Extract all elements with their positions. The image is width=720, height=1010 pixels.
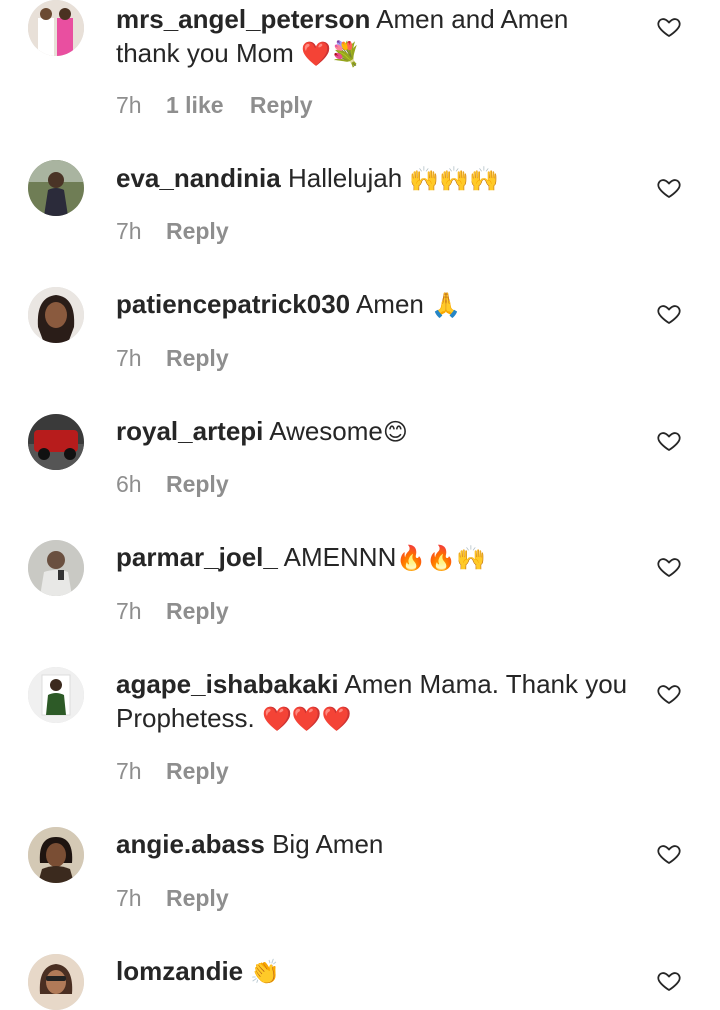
comment-text: royal_artepi Awesome😊 — [116, 414, 636, 449]
timestamp: 7h — [116, 598, 142, 624]
username[interactable]: agape_ishabakaki — [116, 669, 339, 699]
emoji: 🔥🔥🙌 — [396, 544, 486, 572]
reply-button[interactable]: Reply — [166, 597, 229, 625]
username[interactable]: parmar_joel_ — [116, 542, 278, 572]
username[interactable]: patiencepatrick030 — [116, 289, 350, 319]
comment-meta: 7h Reply — [116, 597, 229, 625]
avatar[interactable] — [28, 160, 84, 216]
reply-button[interactable]: Reply — [166, 470, 229, 498]
heart-outline-icon[interactable] — [656, 302, 682, 326]
avatar[interactable] — [28, 954, 84, 1010]
comment-meta: 7h Reply — [116, 757, 229, 785]
comment-meta: 7h 1 like Reply — [116, 91, 313, 119]
comment-text: patiencepatrick030 Amen 🙏 — [116, 287, 636, 322]
comment-body: Big Amen — [272, 829, 384, 859]
username[interactable]: angie.abass — [116, 829, 265, 859]
comment-meta: 7h Reply — [116, 884, 229, 912]
avatar[interactable] — [28, 0, 84, 56]
comment-text: eva_nandinia Hallelujah 🙌🙌🙌 — [116, 161, 636, 196]
comment-text: mrs_angel_peterson Amen and Amen thank y… — [116, 2, 636, 71]
avatar[interactable] — [28, 667, 84, 723]
heart-outline-icon[interactable] — [656, 555, 682, 579]
emoji: 😊 — [382, 418, 408, 446]
reply-button[interactable]: Reply — [250, 91, 313, 119]
username[interactable]: royal_artepi — [116, 416, 263, 446]
heart-outline-icon[interactable] — [656, 682, 682, 706]
comment-meta: 7h Reply — [116, 344, 229, 372]
emoji: 👏 — [250, 958, 281, 986]
heart-outline-icon[interactable] — [656, 842, 682, 866]
reply-button[interactable]: Reply — [166, 757, 229, 785]
avatar[interactable] — [28, 287, 84, 343]
timestamp: 6h — [116, 471, 142, 497]
avatar[interactable] — [28, 827, 84, 883]
comment-body: Awesome — [269, 416, 383, 446]
timestamp: 7h — [116, 92, 142, 118]
comment-text: agape_ishabakaki Amen Mama. Thank you Pr… — [116, 667, 636, 736]
username[interactable]: mrs_angel_peterson — [116, 4, 370, 34]
heart-outline-icon[interactable] — [656, 15, 682, 39]
timestamp: 7h — [116, 218, 142, 244]
avatar[interactable] — [28, 540, 84, 596]
comment-text: parmar_joel_ AMENNN🔥🔥🙌 — [116, 540, 636, 575]
comment-body: Amen — [355, 289, 424, 319]
username[interactable]: eva_nandinia — [116, 163, 281, 193]
heart-outline-icon[interactable] — [656, 969, 682, 993]
emoji: ❤️❤️❤️ — [261, 705, 352, 733]
comment-body: Hallelujah — [287, 163, 403, 193]
emoji: ❤️💐 — [300, 40, 361, 68]
timestamp: 7h — [116, 345, 142, 371]
like-count[interactable]: 1 like — [166, 91, 224, 119]
heart-outline-icon[interactable] — [656, 429, 682, 453]
reply-button[interactable]: Reply — [166, 217, 229, 245]
heart-outline-icon[interactable] — [656, 176, 682, 200]
timestamp: 7h — [116, 885, 142, 911]
timestamp: 7h — [116, 758, 142, 784]
reply-button[interactable]: Reply — [166, 344, 229, 372]
username[interactable]: lomzandie — [116, 956, 243, 986]
comment-body: AMENNN — [283, 542, 397, 572]
avatar[interactable] — [28, 414, 84, 470]
comment-meta: 6h Reply — [116, 470, 229, 498]
comment-text: angie.abass Big Amen — [116, 827, 636, 861]
emoji: 🙌🙌🙌 — [409, 165, 500, 193]
comment-meta: 7h Reply — [116, 217, 229, 245]
emoji: 🙏 — [431, 291, 461, 319]
reply-button[interactable]: Reply — [166, 884, 229, 912]
